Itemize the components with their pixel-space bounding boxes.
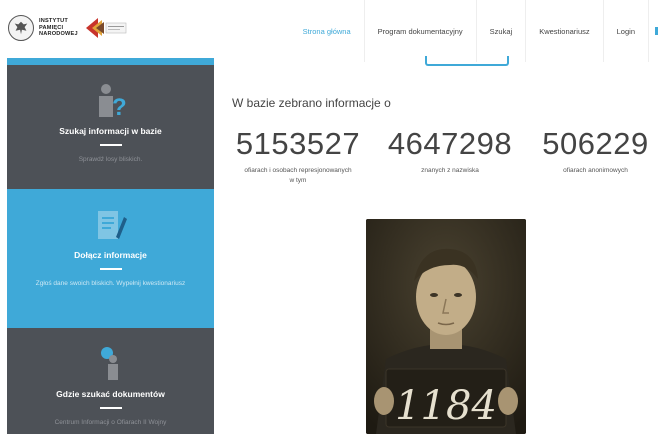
stat-total: 5153527 ofiarach i osobach represjonowan… <box>230 126 366 186</box>
logo-line-2: PAMIĘCI <box>39 24 64 31</box>
person-info-icon <box>94 346 128 382</box>
nav-search[interactable]: Szukaj <box>477 0 527 62</box>
sidebar-top-accent <box>7 58 214 65</box>
nav-questionnaire[interactable]: Kwestionariusz <box>526 0 604 62</box>
panel-title: Szukaj informacji w bazie <box>59 126 162 136</box>
stat-value: 5153527 <box>235 126 361 161</box>
panel-divider <box>99 144 122 146</box>
stat-label: ofiarach i osobach represjonowanych w ty… <box>230 166 366 186</box>
logo-text: INSTYTUT PAMIĘCI NARODOWEJ <box>39 18 78 38</box>
stat-value: 506229 <box>542 126 649 161</box>
stat-anonymous: 506229 ofiarach anonimowych <box>533 126 658 176</box>
logo-line-1: INSTYTUT <box>39 18 68 25</box>
main-content: W bazie zebrano informacje o 5153527 ofi… <box>230 62 658 434</box>
panel-title: Gdzie szukać dokumentów <box>56 389 165 399</box>
document-pen-icon <box>94 207 128 243</box>
prisoner-photo: 1184 <box>366 219 526 434</box>
sidebar: ? Szukaj informacji w bazie Sprawdź losy… <box>7 58 214 434</box>
sidebar-panel-documents[interactable]: Gdzie szukać dokumentów Centrum Informac… <box>7 328 214 434</box>
eagle-emblem-icon <box>8 15 34 41</box>
stat-label: znanych z nazwiska <box>421 167 479 174</box>
person-search-icon: ? <box>94 83 128 119</box>
nav-login[interactable]: Login <box>604 0 649 62</box>
logo-line-3: NARODOWEJ <box>39 31 78 38</box>
stat-known: 4647298 znanych z nazwiska <box>378 126 522 176</box>
site-header: INSTYTUT PAMIĘCI NARODOWEJ Strona główna… <box>0 0 658 66</box>
nav-home[interactable]: Strona główna <box>290 0 365 62</box>
sidebar-panel-search[interactable]: ? Szukaj informacji w bazie Sprawdź losy… <box>7 65 214 189</box>
program-emblem-icon <box>84 14 128 42</box>
panel-title: Dołącz informacje <box>74 250 147 260</box>
intro-heading: W bazie zebrano informacje o <box>232 96 391 110</box>
main-nav: Strona główna Program dokumentacyjny Szu… <box>290 0 658 62</box>
sidebar-panel-add-info[interactable]: Dołącz informacje Zgłoś dane swoich blis… <box>7 189 214 328</box>
stat-label-line: w tym <box>289 177 307 184</box>
panel-description: Sprawdź losy bliskich. <box>78 155 143 163</box>
stat-label: ofiarach anonimowych <box>563 167 628 174</box>
panel-description: Centrum Informacji o Ofiarach II Wojny <box>54 418 167 426</box>
panel-divider <box>99 407 122 409</box>
ipn-logo[interactable]: INSTYTUT PAMIĘCI NARODOWEJ <box>8 9 138 47</box>
nav-documentation-program[interactable]: Program dokumentacyjny <box>365 0 477 62</box>
panel-description: Zgłoś dane swoich bliskich. Wypełnij kwe… <box>35 279 186 287</box>
stat-label-line: ofiarach i osobach represjonowanych <box>244 167 352 174</box>
stat-value: 4647298 <box>387 126 513 161</box>
panel-divider <box>99 268 122 270</box>
svg-text:?: ? <box>112 94 127 119</box>
sign-number: 1184 <box>395 383 497 429</box>
